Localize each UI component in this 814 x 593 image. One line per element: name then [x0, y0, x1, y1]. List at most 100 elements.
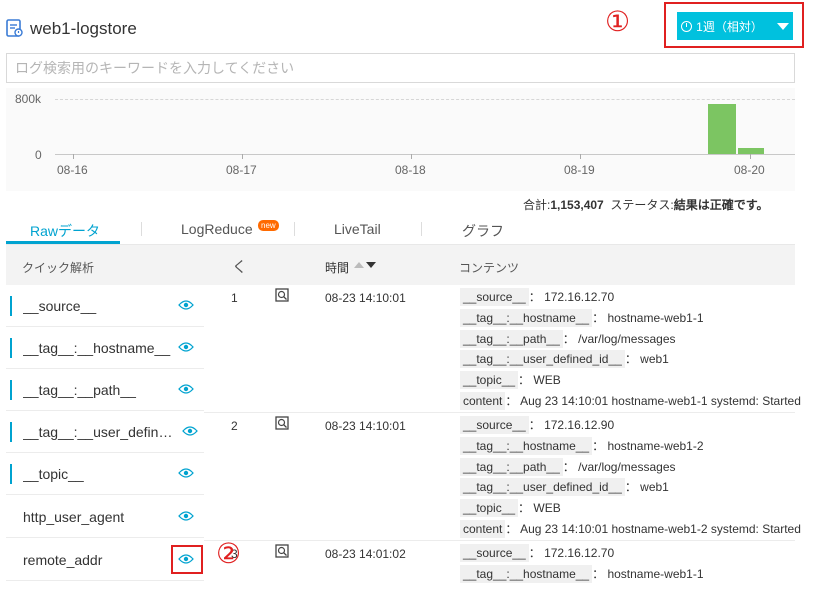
eye-icon[interactable]: [178, 383, 194, 395]
x-tick-label: 08-20: [734, 163, 765, 177]
x-tick-mark: [73, 154, 74, 159]
time-range-button[interactable]: 1週（相対）: [677, 12, 793, 40]
histogram-bar[interactable]: [738, 148, 764, 154]
log-field[interactable]: __source__： 172.16.12.70: [460, 544, 614, 562]
quick-analysis-item-hostname[interactable]: __tag__:__hostname__: [6, 327, 204, 369]
log-field[interactable]: __source__： 172.16.12.90: [460, 416, 614, 434]
quick-analysis-item-source[interactable]: __source__: [6, 285, 204, 327]
total-value: 1,153,407: [550, 198, 604, 212]
row-separator: [204, 412, 795, 413]
field-key: content: [460, 520, 506, 538]
field-key: __topic__: [460, 371, 519, 389]
x-tick-label: 08-16: [57, 163, 88, 177]
field-key: __tag__:__hostname__: [460, 437, 593, 455]
row-time: 08-23 14:10:01: [325, 291, 406, 305]
tab-separator: [294, 222, 295, 236]
quick-analysis-item-path[interactable]: __tag__:__path__: [6, 369, 204, 411]
row-number: 2: [231, 419, 238, 433]
log-field[interactable]: __tag__:__user_defined_id__： web1: [460, 478, 669, 496]
y-tick-label: 800k: [15, 92, 42, 106]
search-input[interactable]: [7, 54, 794, 82]
log-field[interactable]: __tag__:__path__： /var/log/messages: [460, 330, 676, 348]
log-field[interactable]: __tag__:__path__： /var/log/messages: [460, 458, 676, 476]
context-view-icon[interactable]: [275, 416, 289, 430]
logstore-icon: [6, 19, 23, 37]
x-tick-mark: [580, 154, 581, 159]
field-key: __tag__:__hostname__: [460, 309, 593, 327]
log-field[interactable]: __tag__:__hostname__： hostname-web1-2: [460, 437, 704, 455]
log-field[interactable]: content： Aug 23 14:10:01 hostname-web1-1…: [460, 392, 801, 410]
log-field[interactable]: __topic__： WEB: [460, 499, 561, 517]
quick-analysis-item-http-user-agent[interactable]: http_user_agent: [6, 496, 204, 538]
field-key: __tag__:__path__: [460, 330, 563, 348]
clock-icon: [681, 20, 693, 32]
eye-icon[interactable]: [178, 467, 194, 479]
result-stats: 合計:1,153,407 ステータス:結果は正確です。: [523, 196, 769, 213]
field-value: WEB: [533, 501, 561, 515]
field-key: content: [460, 392, 506, 410]
x-tick-label: 08-18: [395, 163, 426, 177]
row-number: 1: [231, 291, 238, 305]
field-label: http_user_agent: [23, 509, 125, 525]
annotation-2-box: [171, 545, 203, 574]
row-separator: [204, 540, 795, 541]
eye-icon[interactable]: [178, 510, 194, 522]
log-field[interactable]: __tag__:__hostname__： hostname-web1-1: [460, 565, 704, 583]
x-tick-mark: [750, 154, 751, 159]
row-time: 08-23 14:01:02: [325, 547, 406, 561]
context-view-icon[interactable]: [275, 288, 289, 302]
tab-separator: [141, 222, 142, 236]
field-value: hostname-web1-1: [607, 567, 704, 581]
item-indicator: [10, 464, 12, 484]
total-label: 合計:: [523, 198, 551, 212]
caret-down-icon: [776, 22, 789, 30]
x-tick-mark: [411, 154, 412, 159]
item-indicator: [10, 296, 12, 316]
field-value: web1: [640, 480, 669, 494]
collapse-button[interactable]: く: [232, 256, 247, 277]
search-box[interactable]: [6, 53, 795, 83]
field-label: __tag__:__path__: [23, 382, 136, 398]
row-time: 08-23 14:10:01: [325, 419, 406, 433]
sort-icon[interactable]: [353, 260, 377, 270]
field-label: remote_addr: [23, 552, 103, 568]
tab-logreduce[interactable]: LogReduce: [181, 221, 253, 237]
tab-raw-data[interactable]: Rawデータ: [30, 221, 100, 241]
status-label: ステータス:: [610, 198, 674, 212]
log-field[interactable]: content： Aug 23 14:10:01 hostname-web1-2…: [460, 520, 801, 538]
tab-separator: [421, 222, 422, 236]
logstore-title: web1-logstore: [30, 19, 137, 38]
annotation-1-number: ①: [605, 5, 631, 38]
quick-analysis-title: クイック解析: [22, 261, 95, 275]
time-column-header[interactable]: 時間: [325, 259, 349, 276]
field-key: __source__: [460, 288, 529, 306]
field-label: __tag__:__user_defined_id__: [23, 424, 178, 440]
field-value: hostname-web1-1: [607, 311, 704, 325]
eye-icon[interactable]: [178, 299, 194, 311]
tab-livetail[interactable]: LiveTail: [334, 221, 381, 237]
eye-icon[interactable]: [182, 425, 198, 437]
eye-icon[interactable]: [178, 341, 194, 353]
quick-analysis-item-topic[interactable]: __topic__: [6, 453, 204, 495]
log-field[interactable]: __tag__:__hostname__： hostname-web1-1: [460, 309, 704, 327]
y-tick-label: 0: [35, 148, 42, 162]
log-field[interactable]: __source__： 172.16.12.70: [460, 288, 614, 306]
field-value: 172.16.12.70: [544, 290, 615, 304]
field-value: /var/log/messages: [578, 332, 676, 346]
log-field[interactable]: __tag__:__user_defined_id__： web1: [460, 350, 669, 368]
field-value: WEB: [533, 373, 561, 387]
item-indicator: [10, 422, 12, 442]
context-view-icon[interactable]: [275, 544, 289, 558]
field-value: 172.16.12.70: [544, 546, 615, 560]
quick-analysis-item-user-defined-id[interactable]: __tag__:__user_defined_id__: [6, 411, 204, 453]
x-tick-label: 08-19: [564, 163, 595, 177]
tab-graph[interactable]: グラフ: [462, 221, 504, 241]
histogram-gridline: [55, 99, 795, 100]
field-label: __source__: [23, 298, 97, 314]
histogram-bar[interactable]: [708, 104, 736, 154]
field-key: __tag__:__hostname__: [460, 565, 593, 583]
field-label: __tag__:__hostname__: [23, 340, 171, 356]
item-indicator: [10, 380, 12, 400]
log-field[interactable]: __topic__： WEB: [460, 371, 561, 389]
field-value: web1: [640, 352, 669, 366]
